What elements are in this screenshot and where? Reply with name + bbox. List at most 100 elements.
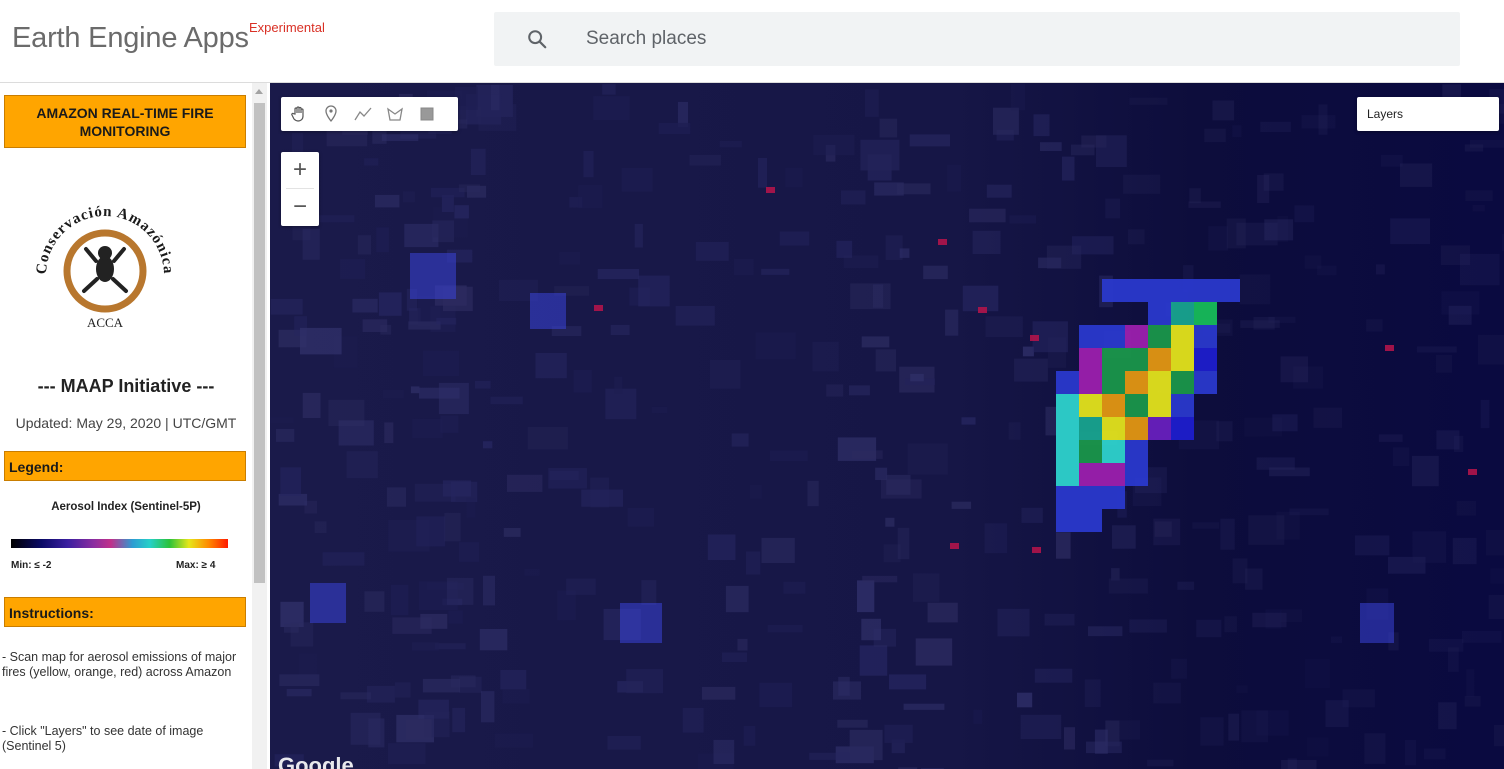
- polyline-icon[interactable]: [349, 97, 377, 131]
- field-patch: [276, 428, 295, 442]
- zoom-in-button[interactable]: +: [281, 152, 319, 188]
- field-patch: [280, 467, 301, 496]
- field-patch: [945, 309, 959, 336]
- search-bar[interactable]: [494, 12, 1460, 66]
- aerosol-cell: [1194, 279, 1217, 302]
- field-patch: [1232, 125, 1242, 137]
- field-patch: [1438, 702, 1457, 730]
- field-patch: [809, 752, 850, 760]
- field-patch: [1153, 518, 1181, 546]
- field-patch: [627, 507, 655, 527]
- field-patch: [1462, 630, 1502, 643]
- field-patch: [1276, 511, 1300, 540]
- field-patch: [1305, 659, 1330, 689]
- field-patch: [897, 527, 910, 560]
- field-patch: [626, 669, 664, 694]
- field-patch: [910, 373, 924, 382]
- app-title[interactable]: Earth Engine Apps: [12, 22, 249, 55]
- field-patch: [860, 139, 900, 171]
- aerosol-cell: [1148, 279, 1171, 302]
- aerosol-patch: [530, 293, 566, 329]
- field-patch: [405, 719, 432, 740]
- field-patch: [559, 252, 581, 265]
- field-patch: [527, 427, 568, 450]
- aerosol-patch: [410, 253, 456, 299]
- field-patch: [448, 610, 463, 624]
- field-patch: [1281, 760, 1317, 769]
- layers-button[interactable]: Layers: [1357, 97, 1499, 131]
- field-patch: [442, 480, 472, 497]
- field-patch: [749, 484, 762, 499]
- field-patch: [1010, 83, 1025, 111]
- field-patch: [841, 190, 866, 205]
- update-date: Updated: May 29, 2020 | UTC/GMT: [15, 415, 237, 431]
- zoom-out-button[interactable]: −: [281, 189, 319, 225]
- map-canvas[interactable]: + − Layers Google: [270, 83, 1504, 769]
- field-patch: [482, 441, 493, 449]
- field-patch: [873, 284, 884, 308]
- scroll-thumb[interactable]: [254, 103, 265, 583]
- field-patch: [390, 584, 409, 616]
- field-patch: [446, 577, 474, 605]
- field-patch: [743, 726, 756, 746]
- search-input[interactable]: [586, 24, 1426, 54]
- field-patch: [412, 642, 439, 651]
- field-patch: [475, 380, 491, 389]
- field-patch: [458, 184, 480, 193]
- marker-icon[interactable]: [317, 97, 345, 131]
- field-patch: [1263, 173, 1284, 191]
- field-patch: [972, 230, 1001, 254]
- field-patch: [1008, 422, 1021, 440]
- aerosol-cell: [1148, 325, 1171, 348]
- field-patch: [1044, 613, 1075, 626]
- field-patch: [1456, 500, 1476, 516]
- field-patch: [374, 194, 400, 208]
- field-patch: [524, 569, 540, 576]
- field-patch: [1192, 522, 1220, 529]
- polygon-icon[interactable]: [381, 97, 409, 131]
- field-patch: [350, 712, 381, 745]
- hand-icon[interactable]: [285, 97, 313, 131]
- field-patch: [1494, 724, 1504, 747]
- field-patch: [1232, 558, 1248, 584]
- field-patch: [378, 292, 402, 316]
- field-patch: [1452, 537, 1477, 565]
- field-patch: [1306, 737, 1329, 757]
- field-patch: [1256, 710, 1289, 736]
- field-patch: [593, 96, 630, 120]
- field-patch: [507, 474, 543, 492]
- aerosol-cell: [1102, 394, 1125, 417]
- field-patch: [479, 629, 508, 651]
- field-patch: [1177, 581, 1195, 590]
- field-patch: [1268, 316, 1296, 323]
- field-patch: [434, 643, 466, 650]
- scroll-up-icon[interactable]: [255, 89, 263, 94]
- field-patch: [719, 141, 742, 148]
- aerosol-patch: [620, 603, 662, 643]
- aerosol-cell: [1148, 394, 1171, 417]
- field-patch: [783, 581, 806, 594]
- field-patch: [340, 259, 365, 279]
- field-patch: [1330, 636, 1342, 643]
- field-patch: [491, 84, 500, 111]
- panel-title: AMAZON REAL-TIME FIRE MONITORING: [4, 95, 246, 148]
- rectangle-icon[interactable]: [413, 97, 441, 131]
- field-patch: [985, 316, 1023, 338]
- sidebar-scrollbar[interactable]: [252, 83, 267, 769]
- fire-hotspot: [978, 307, 987, 313]
- field-patch: [638, 275, 670, 307]
- field-patch: [494, 733, 533, 748]
- search-icon[interactable]: [526, 28, 548, 50]
- aerosol-cell: [1171, 279, 1194, 302]
- field-patch: [879, 118, 898, 138]
- field-patch: [961, 417, 976, 425]
- field-patch: [758, 158, 767, 188]
- field-patch: [578, 185, 603, 209]
- field-patch: [481, 691, 495, 723]
- field-patch: [731, 433, 749, 447]
- field-patch: [362, 319, 388, 332]
- field-patch: [1313, 407, 1342, 428]
- field-patch: [1460, 253, 1500, 286]
- field-patch: [1020, 714, 1062, 739]
- field-patch: [770, 450, 808, 461]
